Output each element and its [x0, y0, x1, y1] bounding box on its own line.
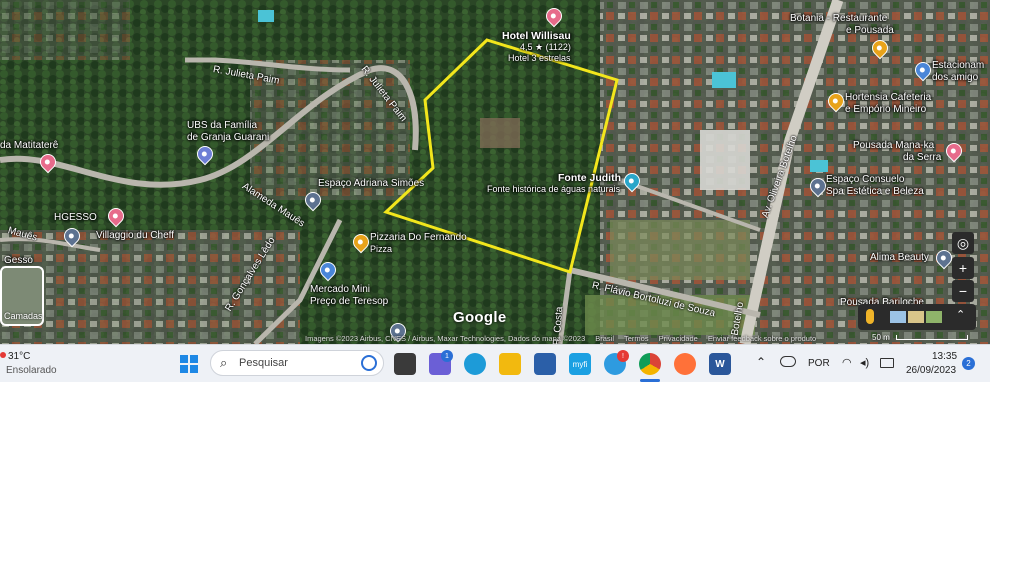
place-sub: de Granja Guarani — [187, 132, 270, 143]
store-icon[interactable] — [534, 353, 556, 375]
attribution: Imagens ©2023 Airbus, CNES / Airbus, Max… — [305, 333, 870, 344]
place-sub: Fonte histórica de águas naturais — [487, 184, 621, 194]
place-label[interactable]: Hotel Willisau — [502, 30, 571, 42]
place-label[interactable]: Fonte Judith — [558, 172, 621, 184]
place-label[interactable]: Espaço Consuelo — [826, 174, 904, 185]
place-label[interactable]: Mercado Mini — [310, 284, 370, 295]
place-sub: Hotel 3 estrelas — [508, 53, 571, 63]
thumbnail[interactable] — [890, 311, 906, 323]
wifi-icon[interactable]: ◠ — [842, 356, 852, 369]
place-sub: e Empório Mineiro — [845, 104, 927, 115]
place-rating: 4,5 ★ (1122) — [520, 42, 571, 52]
place-sub: e Pousada — [846, 25, 894, 36]
place-label[interactable]: HGESSO — [54, 212, 97, 223]
thumbnail[interactable] — [926, 311, 942, 323]
bing-icon[interactable] — [361, 355, 377, 371]
place-label[interactable]: Hortensia Cafeteria — [845, 92, 931, 103]
weather-icon[interactable] — [0, 352, 6, 358]
task-view-icon[interactable] — [394, 353, 416, 375]
place-label[interactable]: Pizzaria Do Fernando — [370, 232, 467, 243]
screen: Hotel Willisau 4,5 ★ (1122) Hotel 3 estr… — [0, 0, 990, 382]
myfi-icon[interactable]: myfi — [569, 353, 591, 375]
volume-icon[interactable]: ◂) — [860, 356, 869, 369]
clock-date[interactable]: 26/09/2023 — [906, 365, 956, 376]
place-sub: Spa Estética e Beleza — [826, 186, 924, 197]
layers-button[interactable]: Camadas — [0, 266, 44, 326]
place-sub: da Serra — [903, 152, 942, 163]
windows-start-icon[interactable] — [180, 355, 198, 373]
place-sub: Pizza — [370, 244, 393, 254]
my-location-icon[interactable]: ◎ — [952, 232, 974, 254]
google-logo: Google — [453, 309, 507, 326]
help-badge: ! — [617, 350, 629, 362]
layers-label: Camadas — [4, 311, 43, 321]
place-label[interactable]: Alima Beauty — [870, 252, 929, 263]
weather-temp[interactable]: 31°C — [8, 351, 30, 362]
edge-icon[interactable] — [464, 353, 486, 375]
weather-text[interactable]: Ensolarado — [6, 365, 57, 376]
active-indicator — [640, 379, 660, 382]
scale-label: 50 m — [872, 333, 890, 342]
firefox-icon[interactable] — [674, 353, 696, 375]
feedback-link[interactable]: Enviar feedback sobre o produto — [708, 334, 816, 343]
place-label[interactable]: Botania - Restaurante — [790, 13, 887, 24]
place-label[interactable]: Gesso — [4, 255, 33, 266]
place-sub: Preço de Teresop — [310, 296, 389, 307]
imagery-strip[interactable]: ⌃ — [858, 304, 976, 330]
language-indicator[interactable]: POR — [808, 358, 830, 369]
terms-link[interactable]: Termos — [624, 334, 649, 343]
word-icon[interactable]: W — [709, 353, 731, 375]
place-sub: dos amigo — [932, 72, 979, 83]
place-label[interactable]: Espaço Adriana Simões — [318, 178, 424, 189]
attribution-text: Imagens ©2023 Airbus, CNES / Airbus, Max… — [305, 334, 586, 343]
notification-badge[interactable]: 2 — [962, 357, 975, 370]
zoom-out-icon[interactable]: − — [952, 280, 974, 302]
place-label[interactable]: Pousada Mana-ka — [853, 140, 934, 151]
chrome-icon[interactable] — [639, 353, 661, 375]
cloud-icon[interactable] — [780, 356, 796, 367]
search-placeholder: Pesquisar — [239, 357, 288, 369]
scale-line — [896, 335, 969, 341]
pegman-icon[interactable] — [866, 309, 874, 324]
zoom-in-icon[interactable]: + — [952, 257, 974, 279]
taskbar: 31°C Ensolarado ⌕ Pesquisar 1 myfi ! W ⌃… — [0, 344, 990, 382]
battery-icon[interactable] — [880, 358, 894, 368]
search-icon: ⌕ — [220, 355, 228, 370]
place-label[interactable]: Villaggio du Cheff — [96, 230, 174, 241]
clock-time[interactable]: 13:35 — [932, 351, 957, 362]
satellite-map[interactable]: Hotel Willisau 4,5 ★ (1122) Hotel 3 estr… — [0, 0, 990, 344]
search-box[interactable]: ⌕ Pesquisar — [210, 350, 384, 376]
privacy-link[interactable]: Privacidade — [659, 334, 698, 343]
attribution-country: Brasil — [595, 334, 615, 343]
chevron-up-icon[interactable]: ⌃ — [956, 308, 965, 321]
scale-bar[interactable]: 50 m — [872, 333, 969, 342]
chevron-up-icon[interactable]: ⌃ — [756, 355, 766, 369]
map-imagery — [0, 0, 990, 344]
place-label[interactable]: da Matitaterê — [0, 140, 58, 151]
thumbnail[interactable] — [908, 311, 924, 323]
place-label[interactable]: Estacionam — [932, 60, 984, 71]
file-explorer-icon[interactable] — [499, 353, 521, 375]
place-label[interactable]: UBS da Família — [187, 120, 257, 131]
chat-badge: 1 — [441, 350, 453, 362]
